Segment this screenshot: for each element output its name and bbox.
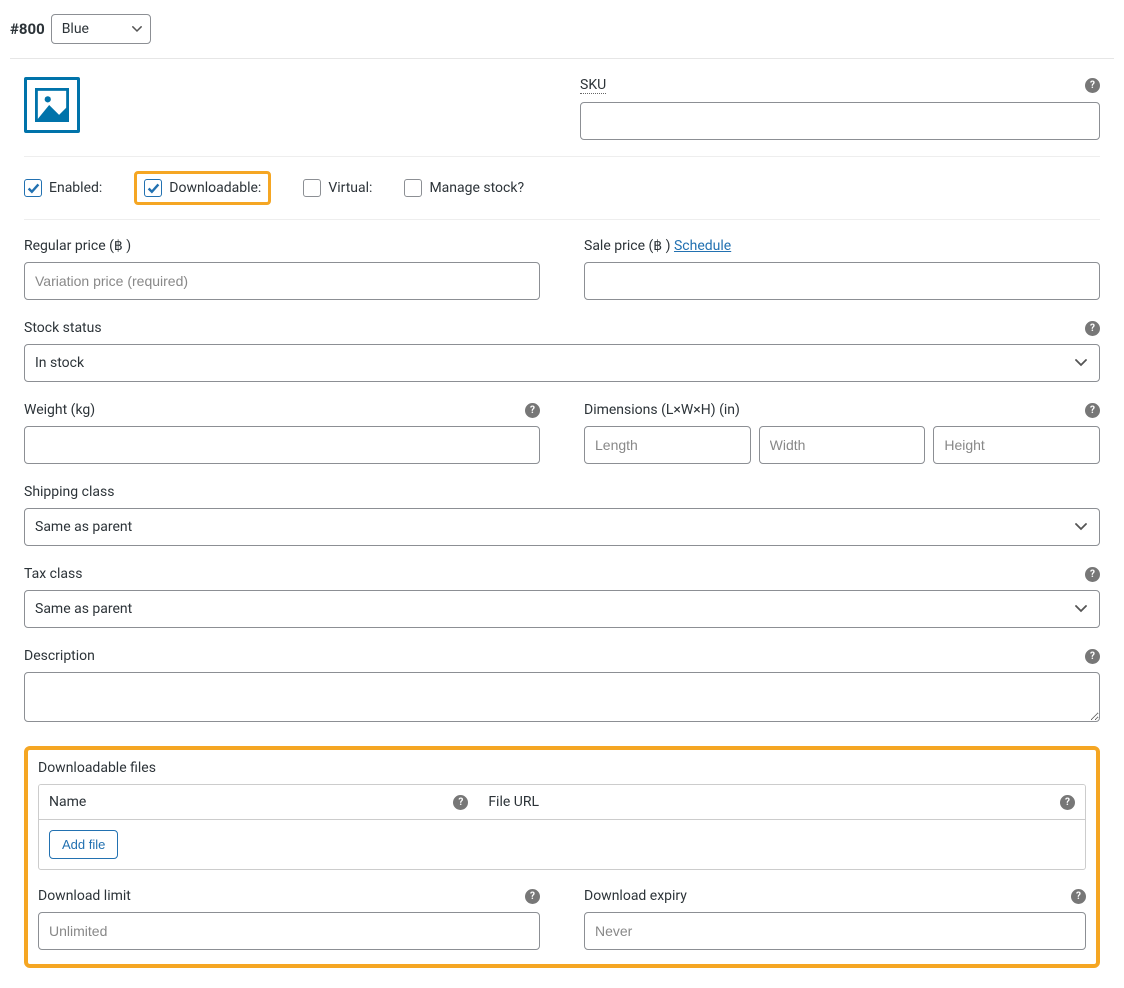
regular-price-label: Regular price (฿ ) xyxy=(24,238,540,254)
dimensions-label: Dimensions (L×W×H) (in) xyxy=(584,402,740,418)
weight-input[interactable] xyxy=(24,426,540,464)
stock-status-select[interactable]: In stock xyxy=(24,344,1100,382)
schedule-link[interactable]: Schedule xyxy=(674,238,731,254)
image-icon xyxy=(35,88,69,122)
help-icon[interactable]: ? xyxy=(1071,889,1086,904)
sale-price-label: Sale price (฿ ) Schedule xyxy=(584,238,1100,254)
chevron-down-icon xyxy=(132,26,142,32)
stock-status-value: In stock xyxy=(35,355,84,371)
help-icon[interactable]: ? xyxy=(1060,795,1075,810)
help-icon[interactable]: ? xyxy=(525,403,540,418)
enabled-checkbox[interactable] xyxy=(24,179,42,197)
chevron-down-icon xyxy=(1075,605,1087,613)
enabled-label: Enabled: xyxy=(49,180,102,196)
downloadable-files-label: Downloadable files xyxy=(38,760,1086,776)
help-icon[interactable]: ? xyxy=(525,889,540,904)
manage-stock-label: Manage stock? xyxy=(429,180,524,196)
stock-status-label: Stock status xyxy=(24,320,102,336)
variation-attribute-select[interactable]: Blue xyxy=(51,14,151,44)
chevron-down-icon xyxy=(1075,523,1087,531)
variation-header: #800 Blue xyxy=(10,14,1114,59)
virtual-label: Virtual: xyxy=(328,180,372,196)
height-input[interactable] xyxy=(933,426,1100,464)
chevron-down-icon xyxy=(1075,359,1087,367)
downloadable-label: Downloadable: xyxy=(169,180,261,196)
sku-label: SKU xyxy=(580,77,606,94)
shipping-class-label: Shipping class xyxy=(24,484,1100,500)
virtual-checkbox[interactable] xyxy=(303,179,321,197)
dl-col-url: File URL xyxy=(488,794,539,810)
help-icon[interactable]: ? xyxy=(453,795,468,810)
variation-options-row: Enabled: Downloadable: Virtual: Manage s… xyxy=(24,157,1100,220)
downloadable-checkbox[interactable] xyxy=(144,179,162,197)
help-icon[interactable]: ? xyxy=(1085,403,1100,418)
help-icon[interactable]: ? xyxy=(1085,78,1100,93)
help-icon[interactable]: ? xyxy=(1085,321,1100,336)
download-expiry-label: Download expiry xyxy=(584,888,687,904)
variation-id: #800 xyxy=(10,20,45,38)
downloadable-highlight: Downloadable: xyxy=(134,171,271,205)
length-input[interactable] xyxy=(584,426,751,464)
download-expiry-input[interactable] xyxy=(584,912,1086,950)
tax-class-select[interactable]: Same as parent xyxy=(24,590,1100,628)
downloadable-files-section: Downloadable files Name ? File URL ? A xyxy=(24,746,1100,968)
downloadable-files-table: Name ? File URL ? Add file xyxy=(38,784,1086,870)
sku-input[interactable] xyxy=(580,102,1100,140)
tax-class-value: Same as parent xyxy=(35,601,132,617)
help-icon[interactable]: ? xyxy=(1085,649,1100,664)
description-label: Description xyxy=(24,648,95,664)
add-file-button[interactable]: Add file xyxy=(49,830,118,859)
download-limit-input[interactable] xyxy=(38,912,540,950)
download-limit-label: Download limit xyxy=(38,888,131,904)
variation-image-placeholder[interactable] xyxy=(24,77,80,133)
shipping-class-select[interactable]: Same as parent xyxy=(24,508,1100,546)
sale-price-input[interactable] xyxy=(584,262,1100,300)
shipping-class-value: Same as parent xyxy=(35,519,132,535)
help-icon[interactable]: ? xyxy=(1085,567,1100,582)
dl-col-name: Name xyxy=(49,794,86,810)
width-input[interactable] xyxy=(759,426,926,464)
description-textarea[interactable] xyxy=(24,672,1100,722)
tax-class-label: Tax class xyxy=(24,566,82,582)
weight-label: Weight (kg) xyxy=(24,402,95,418)
manage-stock-checkbox[interactable] xyxy=(404,179,422,197)
regular-price-input[interactable] xyxy=(24,262,540,300)
variation-attribute-value: Blue xyxy=(62,21,89,37)
sale-price-label-text: Sale price (฿ ) xyxy=(584,238,674,254)
